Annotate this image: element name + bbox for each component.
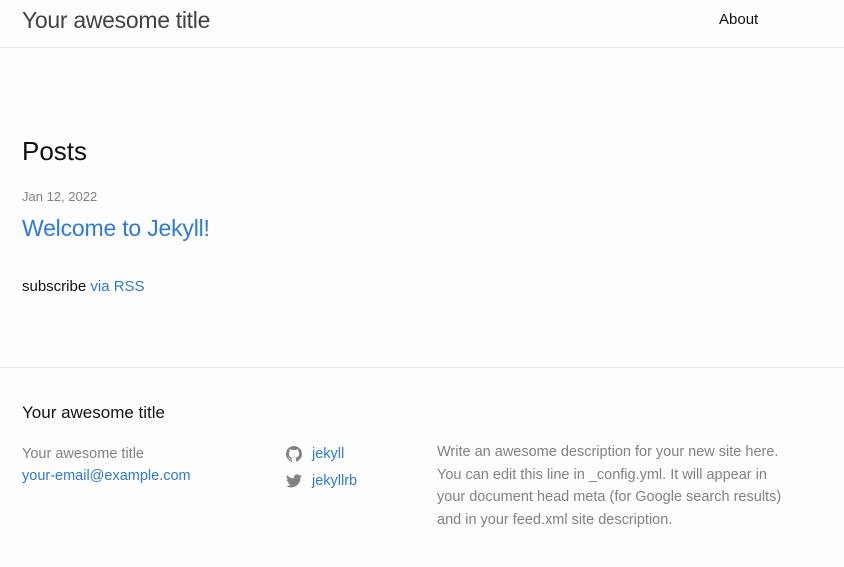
footer-contact-name: Your awesome title (22, 446, 144, 462)
footer-email-link[interactable]: your-email@example.com (22, 465, 191, 487)
rss-subscribe: subscribe via RSS (22, 278, 145, 296)
footer-description: Write an awesome description for your ne… (437, 444, 782, 528)
rss-prefix: subscribe (22, 278, 87, 295)
site-title-link[interactable]: Your awesome title (22, 6, 210, 34)
main-content: Posts Jan 12, 2022 Welcome to Jekyll! su… (0, 48, 844, 367)
site-header: Your awesome title About (0, 0, 844, 48)
post-date: Jan 12, 2022 (22, 189, 98, 204)
social-label-github: jekyll (312, 445, 345, 462)
github-icon (286, 445, 302, 462)
footer-social-list: jekyll jekyllrb (286, 440, 357, 494)
social-label-twitter: jekyllrb (312, 472, 358, 489)
social-link-twitter[interactable]: jekyllrb (286, 467, 357, 494)
twitter-icon (286, 473, 302, 487)
footer-contact-list: Your awesome title your-email@example.co… (22, 443, 191, 487)
site-footer: Your awesome title Your awesome title yo… (0, 367, 844, 567)
social-link-github[interactable]: jekyll (286, 440, 357, 467)
footer-heading: Your awesome title (22, 403, 166, 422)
post-link[interactable]: Welcome to Jekyll! (22, 214, 210, 242)
post-list-heading: Posts (22, 136, 88, 166)
rss-link[interactable]: via RSS (90, 278, 144, 295)
nav-link-about[interactable]: About (719, 11, 758, 29)
